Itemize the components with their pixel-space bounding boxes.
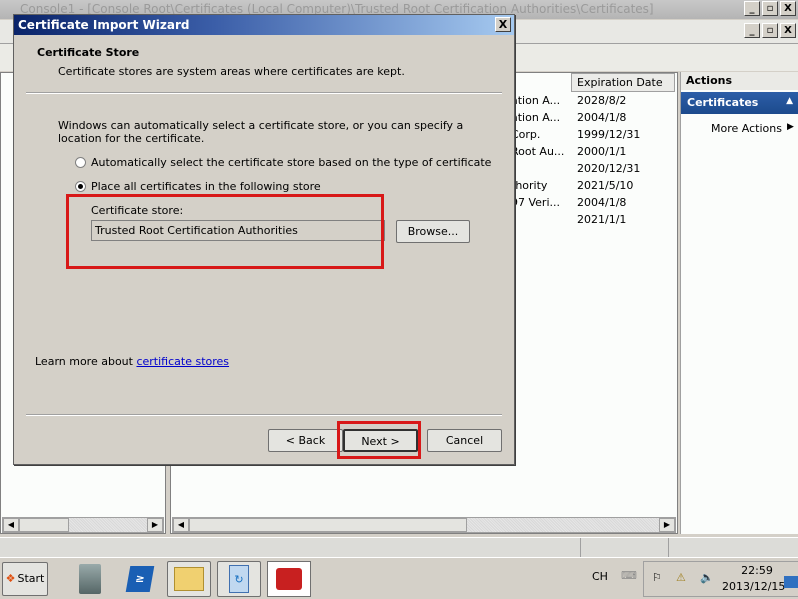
network-warning-icon[interactable]: ⚠ [676,571,686,584]
dialog-close-button[interactable]: X [495,17,511,32]
scroll-right-icon[interactable]: ▶ [659,518,675,532]
actions-header: Actions [681,72,798,90]
page-subheading: Certificate stores are system areas wher… [58,65,405,78]
table-row[interactable]: 97 Veri... 2004/1/8 [511,194,671,211]
taskbar: ❖ Start ≥ ↻ CH ⌨ ⚐ ⚠ 🔈 22:59 2013/12/15 [0,557,798,599]
radio-auto[interactable] [75,157,86,168]
certificate-stores-link[interactable]: certificate stores [136,355,229,368]
option-auto-label[interactable]: Automatically select the certificate sto… [91,156,491,169]
issued-by-cell: thority [511,179,548,192]
header-divider [26,92,502,94]
table-row[interactable]: 2021/1/1 [511,211,671,228]
volume-muted-icon[interactable]: 🔈 [700,571,714,584]
keyboard-icon[interactable]: ⌨ [621,569,637,582]
minimize-button[interactable]: _ [744,1,760,16]
expiration-cell: 2028/8/2 [577,94,627,107]
tree-hscrollbar[interactable]: ◀ ▶ [2,517,164,533]
language-indicator[interactable]: CH [592,570,608,583]
expiration-cell: 2004/1/8 [577,196,627,209]
table-row[interactable]: Corp. 1999/12/31 [511,126,671,143]
maximize-button[interactable]: ▫ [762,1,778,16]
start-button[interactable]: ❖ Start [2,562,48,596]
dialog-title: Certificate Import Wizard [18,18,190,32]
highlight-box-store [66,194,384,269]
radio-manual[interactable] [75,181,86,192]
table-row[interactable]: 2020/12/31 [511,160,671,177]
footer-divider [26,414,502,416]
issued-by-cell: ation A... [511,111,561,124]
close-button[interactable]: X [780,1,796,16]
scroll-thumb[interactable] [189,518,467,532]
cancel-button[interactable]: Cancel [427,429,502,452]
back-button[interactable]: < Back [268,429,343,452]
table-row[interactable]: ation A... 2028/8/2 [511,92,671,109]
more-actions-label: More Actions [711,122,782,135]
section-label: Certificates [687,96,759,109]
expiration-cell: 2021/5/10 [577,179,634,192]
dialog-titlebar: Certificate Import Wizard [14,15,514,35]
more-actions-item[interactable]: More Actions ▶ [711,122,798,135]
scroll-left-icon[interactable]: ◀ [173,518,189,532]
column-header-expiration[interactable]: Expiration Date [571,73,675,92]
issued-by-cell: 97 Veri... [511,196,561,209]
browse-button[interactable]: Browse... [396,220,470,243]
powershell-icon[interactable]: ≥ [118,561,162,597]
table-row[interactable]: Root Au... 2000/1/1 [511,143,671,160]
collapse-icon: ▲ [786,96,793,106]
issued-by-cell: Root Au... [511,145,565,158]
server-manager-icon[interactable] [68,561,112,597]
update-icon[interactable]: ↻ [217,561,261,597]
learn-more-prefix: Learn more about [35,355,137,368]
scroll-left-icon[interactable]: ◀ [3,518,19,532]
highlight-box-next [337,421,421,459]
table-row[interactable]: ation A... 2004/1/8 [511,109,671,126]
mdi-minimize-button[interactable]: _ [744,23,760,38]
explorer-icon[interactable] [167,561,211,597]
scroll-right-icon[interactable]: ▶ [147,518,163,532]
actions-pane: Actions Certificates ▲ More Actions ▶ [680,72,798,534]
windows-logo-icon: ❖ [5,572,16,585]
learn-more-text: Learn more about certificate stores [35,355,229,368]
issued-by-cell: Corp. [511,128,541,141]
start-label: Start [17,572,45,585]
table-row[interactable]: thority 2021/5/10 [511,177,671,194]
notification-area: ⚐ ⚠ 🔈 22:59 2013/12/15 [643,561,798,597]
mdi-close-button[interactable]: X [780,23,796,38]
mdi-maximize-button[interactable]: ▫ [762,23,778,38]
expiration-cell: 2020/12/31 [577,162,641,175]
issued-by-cell: ation A... [511,94,561,107]
actions-section-certificates[interactable]: Certificates ▲ [681,92,798,114]
flag-icon[interactable]: ⚐ [652,571,662,584]
expiration-cell: 2000/1/1 [577,145,627,158]
expiration-cell: 2021/1/1 [577,213,627,226]
intro-text: Windows can automatically select a certi… [58,119,464,145]
scroll-thumb[interactable] [19,518,69,532]
page-heading: Certificate Store [37,46,140,59]
submenu-arrow-icon: ▶ [787,122,794,132]
expiration-cell: 2004/1/8 [577,111,627,124]
expiration-cell: 1999/12/31 [577,128,641,141]
clock-date[interactable]: 2013/12/15 [722,580,785,593]
list-hscrollbar[interactable]: ◀ ▶ [172,517,676,533]
clock-time[interactable]: 22:59 [734,564,780,577]
status-bar [0,537,798,557]
show-desktop-icon[interactable] [784,576,798,588]
option-manual-label[interactable]: Place all certificates in the following … [91,180,321,193]
mmc-console-icon[interactable] [267,561,311,597]
certificate-import-wizard: Certificate Import Wizard X Certificate … [13,14,515,465]
